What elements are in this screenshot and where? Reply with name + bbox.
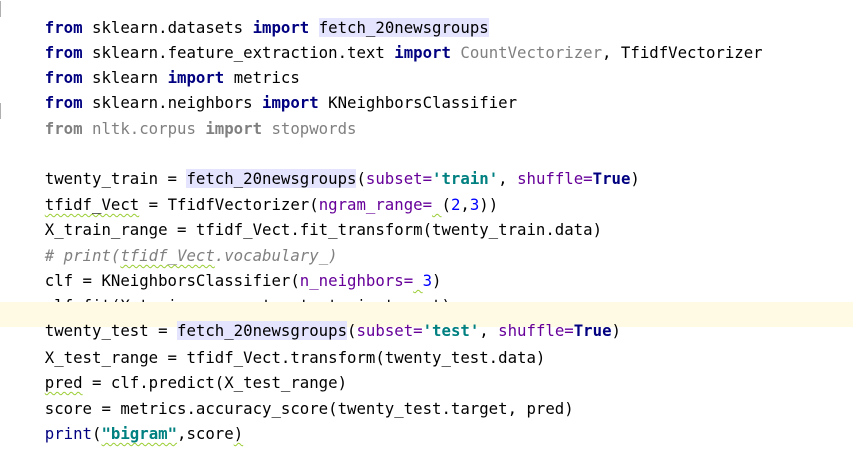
code-line[interactable]: tfidf_Vect = TfidfVectorizer(ngram_range…: [0, 176, 853, 214]
fold-marker[interactable]: [0, 1, 4, 17]
code-line[interactable]: # print(tfidf_Vect.vocabulary_): [0, 227, 853, 265]
code-line[interactable]: from sklearn import metrics: [0, 49, 853, 87]
code-line[interactable]: from sklearn.datasets import fetch_20new…: [0, 0, 853, 37]
code-line[interactable]: score = metrics.accuracy_score(twenty_te…: [0, 380, 853, 418]
code-line[interactable]: from sklearn.feature_extraction.text imp…: [0, 24, 853, 62]
code-editor[interactable]: from sklearn.datasets import fetch_20new…: [0, 0, 853, 456]
code-line[interactable]: X_train_range = tfidf_Vect.fit_transform…: [0, 201, 853, 239]
code-line[interactable]: [0, 125, 853, 150]
code-line[interactable]: twenty_train = fetch_20newsgroups(subset…: [0, 150, 853, 188]
code-line[interactable]: clf.fit(X_train_range, twenty_train.targ…: [0, 277, 853, 315]
code-line[interactable]: print("bigram",score): [0, 405, 853, 443]
fold-marker[interactable]: [0, 103, 4, 119]
code-line[interactable]: clf = KNeighborsClassifier(n_neighbors= …: [0, 252, 853, 290]
code-line[interactable]: pred = clf.predict(X_test_range): [0, 354, 853, 392]
code-line[interactable]: X_test_range = tfidf_Vect.transform(twen…: [0, 329, 853, 367]
current-code-line[interactable]: twenty_test = fetch_20newsgroups(subset=…: [0, 302, 853, 340]
code-line[interactable]: from sklearn.neighbors import KNeighbors…: [0, 74, 853, 112]
code-line[interactable]: from nltk.corpus import stopwords: [0, 100, 853, 138]
